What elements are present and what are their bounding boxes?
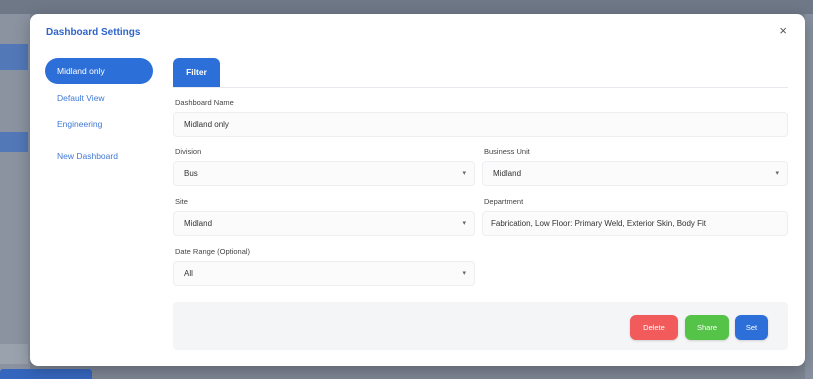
site-value: Midland <box>184 219 213 228</box>
date-range-value: All <box>184 269 193 278</box>
chevron-down-icon: ▾ <box>462 220 466 227</box>
department-value: Fabrication, Low Floor: Primary Weld, Ex… <box>491 219 707 228</box>
delete-button[interactable]: Delete <box>630 315 678 340</box>
dashboard-name-value: Midland only <box>184 120 229 129</box>
modal-title: Dashboard Settings <box>46 27 141 38</box>
dashboard-item-engineering[interactable]: Engineering <box>45 110 153 136</box>
division-label: Division <box>175 147 202 156</box>
set-button[interactable]: Set <box>735 315 768 340</box>
business-unit-value: Midland <box>493 169 522 178</box>
background-sidebar <box>0 14 30 379</box>
dashboard-list: Midland only Default View Engineering Ne… <box>45 58 153 168</box>
site-label: Site <box>175 197 188 206</box>
chevron-down-icon: ▾ <box>462 170 466 177</box>
business-unit-label: Business Unit <box>484 147 530 156</box>
close-icon[interactable]: × <box>779 23 787 38</box>
dashboard-name-input[interactable]: Midland only <box>173 112 788 137</box>
background-right-edge <box>805 14 813 379</box>
date-range-select[interactable]: All ▾ <box>173 261 475 286</box>
site-select[interactable]: Midland ▾ <box>173 211 475 236</box>
dashboard-name-label: Dashboard Name <box>175 98 234 107</box>
background-sidebar-item <box>0 132 28 152</box>
date-range-label: Date Range (Optional) <box>175 247 251 256</box>
chevron-down-icon: ▾ <box>775 170 779 177</box>
division-select[interactable]: Bus ▾ <box>173 161 475 186</box>
background-sidebar-item <box>0 44 28 70</box>
dashboard-item-default-view[interactable]: Default View <box>45 84 153 110</box>
dashboard-settings-modal: Dashboard Settings × Midland only Defaul… <box>30 14 805 366</box>
background-sidebar-item <box>0 344 28 364</box>
dashboard-item-midland-only[interactable]: Midland only <box>45 58 153 84</box>
share-button[interactable]: Share <box>685 315 729 340</box>
chevron-down-icon: ▾ <box>462 270 466 277</box>
department-label: Department <box>484 197 524 206</box>
tab-filter[interactable]: Filter <box>173 58 220 87</box>
tab-divider <box>173 87 788 88</box>
division-value: Bus <box>184 169 198 178</box>
background-button <box>0 369 92 379</box>
background-topbar <box>0 0 813 14</box>
new-dashboard-link[interactable]: New Dashboard <box>45 142 153 168</box>
department-select[interactable]: Fabrication, Low Floor: Primary Weld, Ex… <box>482 211 788 236</box>
business-unit-select[interactable]: Midland ▾ <box>482 161 788 186</box>
